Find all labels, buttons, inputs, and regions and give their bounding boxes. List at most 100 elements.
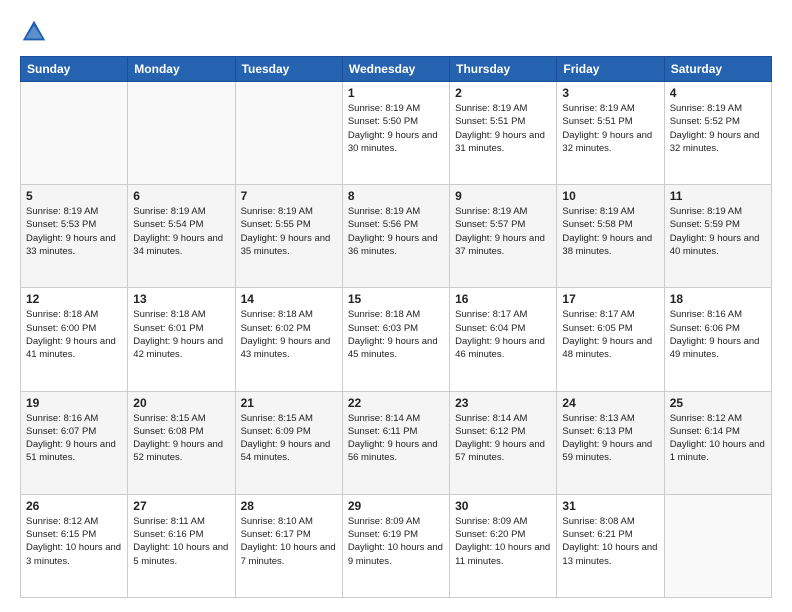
- day-info: Sunrise: 8:19 AM Sunset: 5:54 PM Dayligh…: [133, 205, 229, 258]
- calendar-cell: 7 Sunrise: 8:19 AM Sunset: 5:55 PM Daylig…: [235, 185, 342, 288]
- day-info: Sunrise: 8:12 AM Sunset: 6:14 PM Dayligh…: [670, 412, 766, 465]
- calendar-cell: 30 Sunrise: 8:09 AM Sunset: 6:20 PM Dayli…: [450, 494, 557, 597]
- header: [20, 18, 772, 46]
- day-info: Sunrise: 8:14 AM Sunset: 6:12 PM Dayligh…: [455, 412, 551, 465]
- day-number: 2: [455, 86, 551, 100]
- day-number: 15: [348, 292, 444, 306]
- calendar-week-row: 19Sunrise: 8:16 AM Sunset: 6:07 PM Dayli…: [21, 391, 772, 494]
- day-number: 25: [670, 396, 766, 410]
- day-info: Sunrise: 8:14 AM Sunset: 6:11 PM Dayligh…: [348, 412, 444, 465]
- calendar-cell: 31 Sunrise: 8:08 AM Sunset: 6:21 PM Dayli…: [557, 494, 664, 597]
- calendar-cell: 25 Sunrise: 8:12 AM Sunset: 6:14 PM Dayli…: [664, 391, 771, 494]
- calendar-week-row: 12 Sunrise: 8:18 AM Sunset: 6:00 PM Dayli…: [21, 288, 772, 391]
- calendar-cell: 17 Sunrise: 8:17 AM Sunset: 6:05 PM Dayli…: [557, 288, 664, 391]
- day-number: 22: [348, 396, 444, 410]
- calendar-cell: 14 Sunrise: 8:18 AM Sunset: 6:02 PM Dayli…: [235, 288, 342, 391]
- calendar-cell: 19Sunrise: 8:16 AM Sunset: 6:07 PM Dayli…: [21, 391, 128, 494]
- day-number: 29: [348, 499, 444, 513]
- day-number: 17: [562, 292, 658, 306]
- day-info: Sunrise: 8:19 AM Sunset: 5:51 PM Dayligh…: [562, 102, 658, 155]
- day-number: 31: [562, 499, 658, 513]
- day-info: Sunrise: 8:09 AM Sunset: 6:20 PM Dayligh…: [455, 515, 551, 568]
- logo-icon: [20, 18, 48, 46]
- day-number: 14: [241, 292, 337, 306]
- day-info: Sunrise: 8:10 AM Sunset: 6:17 PM Dayligh…: [241, 515, 337, 568]
- day-number: 24: [562, 396, 658, 410]
- day-number: 12: [26, 292, 122, 306]
- day-info: Sunrise: 8:19 AM Sunset: 5:57 PM Dayligh…: [455, 205, 551, 258]
- day-info: Sunrise: 8:18 AM Sunset: 6:00 PM Dayligh…: [26, 308, 122, 361]
- calendar-cell: 11 Sunrise: 8:19 AM Sunset: 5:59 PM Dayli…: [664, 185, 771, 288]
- calendar-week-row: 1 Sunrise: 8:19 AM Sunset: 5:50 PM Daylig…: [21, 82, 772, 185]
- page: SundayMondayTuesdayWednesdayThursdayFrid…: [0, 0, 792, 612]
- day-number: 27: [133, 499, 229, 513]
- day-info: Sunrise: 8:15 AM Sunset: 6:09 PM Dayligh…: [241, 412, 337, 465]
- day-info: Sunrise: 8:15 AM Sunset: 6:08 PM Dayligh…: [133, 412, 229, 465]
- calendar-cell: 22 Sunrise: 8:14 AM Sunset: 6:11 PM Dayli…: [342, 391, 449, 494]
- calendar-cell: 10 Sunrise: 8:19 AM Sunset: 5:58 PM Dayli…: [557, 185, 664, 288]
- day-info: Sunrise: 8:19 AM Sunset: 5:52 PM Dayligh…: [670, 102, 766, 155]
- weekday-header-friday: Friday: [557, 57, 664, 82]
- day-info: Sunrise: 8:19 AM Sunset: 5:55 PM Dayligh…: [241, 205, 337, 258]
- day-info: Sunrise: 8:11 AM Sunset: 6:16 PM Dayligh…: [133, 515, 229, 568]
- day-info: Sunrise: 8:19 AM Sunset: 5:50 PM Dayligh…: [348, 102, 444, 155]
- day-number: 13: [133, 292, 229, 306]
- calendar-cell: [235, 82, 342, 185]
- day-info: Sunrise: 8:19 AM Sunset: 5:58 PM Dayligh…: [562, 205, 658, 258]
- day-number: 3: [562, 86, 658, 100]
- calendar-cell: 18Sunrise: 8:16 AM Sunset: 6:06 PM Dayli…: [664, 288, 771, 391]
- day-number: 21: [241, 396, 337, 410]
- calendar-cell: 23 Sunrise: 8:14 AM Sunset: 6:12 PM Dayli…: [450, 391, 557, 494]
- day-number: 5: [26, 189, 122, 203]
- day-number: 28: [241, 499, 337, 513]
- day-number: 6: [133, 189, 229, 203]
- day-info: Sunrise: 8:19 AM Sunset: 5:59 PM Dayligh…: [670, 205, 766, 258]
- weekday-header-monday: Monday: [128, 57, 235, 82]
- day-number: 30: [455, 499, 551, 513]
- calendar-cell: 6 Sunrise: 8:19 AM Sunset: 5:54 PM Daylig…: [128, 185, 235, 288]
- day-info: Sunrise: 8:19 AM Sunset: 5:53 PM Dayligh…: [26, 205, 122, 258]
- logo: [20, 18, 52, 46]
- day-info: Sunrise: 8:13 AM Sunset: 6:13 PM Dayligh…: [562, 412, 658, 465]
- calendar-cell: [128, 82, 235, 185]
- calendar-table: SundayMondayTuesdayWednesdayThursdayFrid…: [20, 56, 772, 598]
- calendar-cell: 15 Sunrise: 8:18 AM Sunset: 6:03 PM Dayli…: [342, 288, 449, 391]
- day-info: Sunrise: 8:18 AM Sunset: 6:03 PM Dayligh…: [348, 308, 444, 361]
- day-number: 11: [670, 189, 766, 203]
- calendar-week-row: 26Sunrise: 8:12 AM Sunset: 6:15 PM Dayli…: [21, 494, 772, 597]
- weekday-header-sunday: Sunday: [21, 57, 128, 82]
- day-info: Sunrise: 8:17 AM Sunset: 6:04 PM Dayligh…: [455, 308, 551, 361]
- day-info: Sunrise: 8:18 AM Sunset: 6:02 PM Dayligh…: [241, 308, 337, 361]
- calendar-cell: 27 Sunrise: 8:11 AM Sunset: 6:16 PM Dayli…: [128, 494, 235, 597]
- day-number: 9: [455, 189, 551, 203]
- calendar-cell: 26Sunrise: 8:12 AM Sunset: 6:15 PM Dayli…: [21, 494, 128, 597]
- day-number: 26: [26, 499, 122, 513]
- day-number: 7: [241, 189, 337, 203]
- calendar-cell: [21, 82, 128, 185]
- calendar-cell: 20Sunrise: 8:15 AM Sunset: 6:08 PM Dayli…: [128, 391, 235, 494]
- calendar-week-row: 5 Sunrise: 8:19 AM Sunset: 5:53 PM Daylig…: [21, 185, 772, 288]
- day-info: Sunrise: 8:18 AM Sunset: 6:01 PM Dayligh…: [133, 308, 229, 361]
- day-info: Sunrise: 8:09 AM Sunset: 6:19 PM Dayligh…: [348, 515, 444, 568]
- day-number: 16: [455, 292, 551, 306]
- calendar-cell: 13 Sunrise: 8:18 AM Sunset: 6:01 PM Dayli…: [128, 288, 235, 391]
- day-number: 4: [670, 86, 766, 100]
- calendar-cell: 29 Sunrise: 8:09 AM Sunset: 6:19 PM Dayli…: [342, 494, 449, 597]
- day-number: 10: [562, 189, 658, 203]
- day-info: Sunrise: 8:17 AM Sunset: 6:05 PM Dayligh…: [562, 308, 658, 361]
- day-info: Sunrise: 8:08 AM Sunset: 6:21 PM Dayligh…: [562, 515, 658, 568]
- calendar-cell: 16 Sunrise: 8:17 AM Sunset: 6:04 PM Dayli…: [450, 288, 557, 391]
- day-number: 1: [348, 86, 444, 100]
- weekday-header-wednesday: Wednesday: [342, 57, 449, 82]
- calendar-cell: 21 Sunrise: 8:15 AM Sunset: 6:09 PM Dayli…: [235, 391, 342, 494]
- calendar-cell: 12 Sunrise: 8:18 AM Sunset: 6:00 PM Dayli…: [21, 288, 128, 391]
- day-info: Sunrise: 8:16 AM Sunset: 6:06 PM Dayligh…: [670, 308, 766, 361]
- calendar-cell: 24 Sunrise: 8:13 AM Sunset: 6:13 PM Dayli…: [557, 391, 664, 494]
- day-number: 23: [455, 396, 551, 410]
- calendar-header-row: SundayMondayTuesdayWednesdayThursdayFrid…: [21, 57, 772, 82]
- day-info: Sunrise: 8:19 AM Sunset: 5:56 PM Dayligh…: [348, 205, 444, 258]
- weekday-header-saturday: Saturday: [664, 57, 771, 82]
- calendar-cell: 9 Sunrise: 8:19 AM Sunset: 5:57 PM Daylig…: [450, 185, 557, 288]
- calendar-cell: 2 Sunrise: 8:19 AM Sunset: 5:51 PM Daylig…: [450, 82, 557, 185]
- day-info: Sunrise: 8:19 AM Sunset: 5:51 PM Dayligh…: [455, 102, 551, 155]
